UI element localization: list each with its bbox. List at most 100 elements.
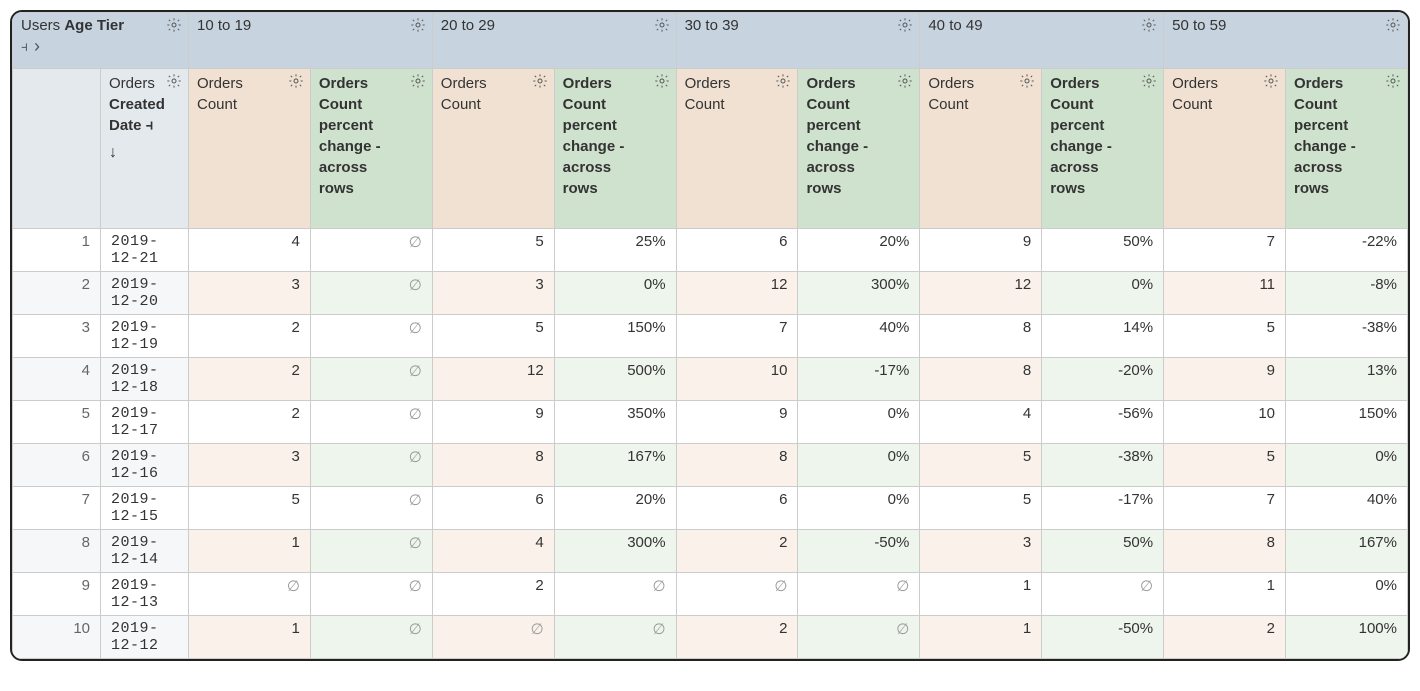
orders-count-header[interactable]: Orders Count [920,69,1042,229]
date-cell[interactable]: 2019-12-18 [101,358,189,401]
pct-change-cell[interactable]: 50% [1042,229,1164,272]
orders-count-cell[interactable]: 4 [920,401,1042,444]
gear-icon[interactable] [166,73,182,89]
pct-change-cell[interactable]: 0% [1286,573,1408,616]
orders-count-header[interactable]: Orders Count [676,69,798,229]
orders-count-cell[interactable]: 12 [920,272,1042,315]
pct-change-cell[interactable]: 40% [1286,487,1408,530]
orders-count-cell[interactable]: 3 [189,444,311,487]
orders-count-pct-change-header[interactable]: Orders Count percent change - across row… [1286,69,1408,229]
date-column-header[interactable]: Orders Created Date ⫞ ↓ [101,69,189,229]
orders-count-header[interactable]: Orders Count [189,69,311,229]
orders-count-cell[interactable]: 5 [1164,444,1286,487]
orders-count-cell[interactable]: 11 [1164,272,1286,315]
orders-count-pct-change-header[interactable]: Orders Count percent change - across row… [1042,69,1164,229]
date-cell[interactable]: 2019-12-19 [101,315,189,358]
pct-change-cell[interactable]: 40% [798,315,920,358]
orders-count-cell[interactable]: 2 [432,573,554,616]
orders-count-cell[interactable]: 9 [432,401,554,444]
orders-count-cell[interactable]: 4 [432,530,554,573]
pct-change-cell[interactable]: ∅ [798,573,920,616]
pct-change-cell[interactable]: 0% [1042,272,1164,315]
date-cell[interactable]: 2019-12-14 [101,530,189,573]
gear-icon[interactable] [1141,17,1157,33]
gear-icon[interactable] [288,73,304,89]
pivot-dimension-header[interactable]: Users Age Tier ⫞ › [13,13,189,69]
gear-icon[interactable] [654,17,670,33]
pct-change-cell[interactable]: ∅ [310,358,432,401]
pivot-bucket-header[interactable]: 40 to 49 [920,13,1164,69]
orders-count-cell[interactable]: 7 [1164,229,1286,272]
orders-count-cell[interactable]: 5 [920,444,1042,487]
pivot-bucket-header[interactable]: 50 to 59 [1164,13,1408,69]
date-cell[interactable]: 2019-12-15 [101,487,189,530]
pct-change-cell[interactable]: -17% [798,358,920,401]
orders-count-header[interactable]: Orders Count [1164,69,1286,229]
gear-icon[interactable] [532,73,548,89]
orders-count-cell[interactable]: 1 [920,573,1042,616]
pct-change-cell[interactable]: ∅ [310,401,432,444]
pct-change-cell[interactable]: -20% [1042,358,1164,401]
pct-change-cell[interactable]: ∅ [310,229,432,272]
pct-change-cell[interactable]: 13% [1286,358,1408,401]
orders-count-cell[interactable]: 5 [432,315,554,358]
pct-change-cell[interactable]: 0% [554,272,676,315]
pct-change-cell[interactable]: ∅ [310,616,432,659]
orders-count-cell[interactable]: 2 [676,530,798,573]
orders-count-cell[interactable]: 7 [1164,487,1286,530]
orders-count-cell[interactable]: 9 [676,401,798,444]
orders-count-cell[interactable]: 6 [676,487,798,530]
pct-change-cell[interactable]: 25% [554,229,676,272]
pct-change-cell[interactable]: 0% [798,487,920,530]
gear-icon[interactable] [1019,73,1035,89]
gear-icon[interactable] [1263,73,1279,89]
gear-icon[interactable] [1141,73,1157,89]
pct-change-cell[interactable]: ∅ [1042,573,1164,616]
gear-icon[interactable] [1385,73,1401,89]
orders-count-cell[interactable]: 2 [676,616,798,659]
pct-change-cell[interactable]: -38% [1286,315,1408,358]
pct-change-cell[interactable]: -56% [1042,401,1164,444]
orders-count-cell[interactable]: 8 [432,444,554,487]
orders-count-cell[interactable]: 9 [1164,358,1286,401]
pct-change-cell[interactable]: ∅ [310,573,432,616]
orders-count-cell[interactable]: 9 [920,229,1042,272]
orders-count-pct-change-header[interactable]: Orders Count percent change - across row… [798,69,920,229]
orders-count-cell[interactable]: 3 [432,272,554,315]
orders-count-cell[interactable]: 6 [676,229,798,272]
orders-count-cell[interactable]: 5 [1164,315,1286,358]
orders-count-cell[interactable]: 1 [920,616,1042,659]
pct-change-cell[interactable]: 167% [1286,530,1408,573]
pct-change-cell[interactable]: 0% [798,444,920,487]
orders-count-cell[interactable]: ∅ [432,616,554,659]
pct-change-cell[interactable]: 300% [798,272,920,315]
sort-desc-icon[interactable]: ↓ [109,142,180,164]
pct-change-cell[interactable]: 167% [554,444,676,487]
pct-change-cell[interactable]: -22% [1286,229,1408,272]
date-cell[interactable]: 2019-12-12 [101,616,189,659]
pct-change-cell[interactable]: 0% [1286,444,1408,487]
pct-change-cell[interactable]: -38% [1042,444,1164,487]
pct-change-cell[interactable]: ∅ [310,487,432,530]
orders-count-cell[interactable]: 8 [920,358,1042,401]
orders-count-cell[interactable]: 12 [676,272,798,315]
orders-count-cell[interactable]: ∅ [676,573,798,616]
pct-change-cell[interactable]: 14% [1042,315,1164,358]
orders-count-cell[interactable]: 2 [189,401,311,444]
orders-count-cell[interactable]: 5 [432,229,554,272]
gear-icon[interactable] [897,17,913,33]
pct-change-cell[interactable]: 300% [554,530,676,573]
date-cell[interactable]: 2019-12-17 [101,401,189,444]
orders-count-header[interactable]: Orders Count [432,69,554,229]
orders-count-cell[interactable]: 10 [1164,401,1286,444]
gear-icon[interactable] [897,73,913,89]
orders-count-cell[interactable]: 8 [1164,530,1286,573]
orders-count-cell[interactable]: 1 [189,616,311,659]
orders-count-pct-change-header[interactable]: Orders Count percent change - across row… [554,69,676,229]
gear-icon[interactable] [775,73,791,89]
gear-icon[interactable] [410,73,426,89]
orders-count-cell[interactable]: 5 [189,487,311,530]
orders-count-cell[interactable]: 2 [189,358,311,401]
pct-change-cell[interactable]: -50% [798,530,920,573]
orders-count-cell[interactable]: 8 [920,315,1042,358]
